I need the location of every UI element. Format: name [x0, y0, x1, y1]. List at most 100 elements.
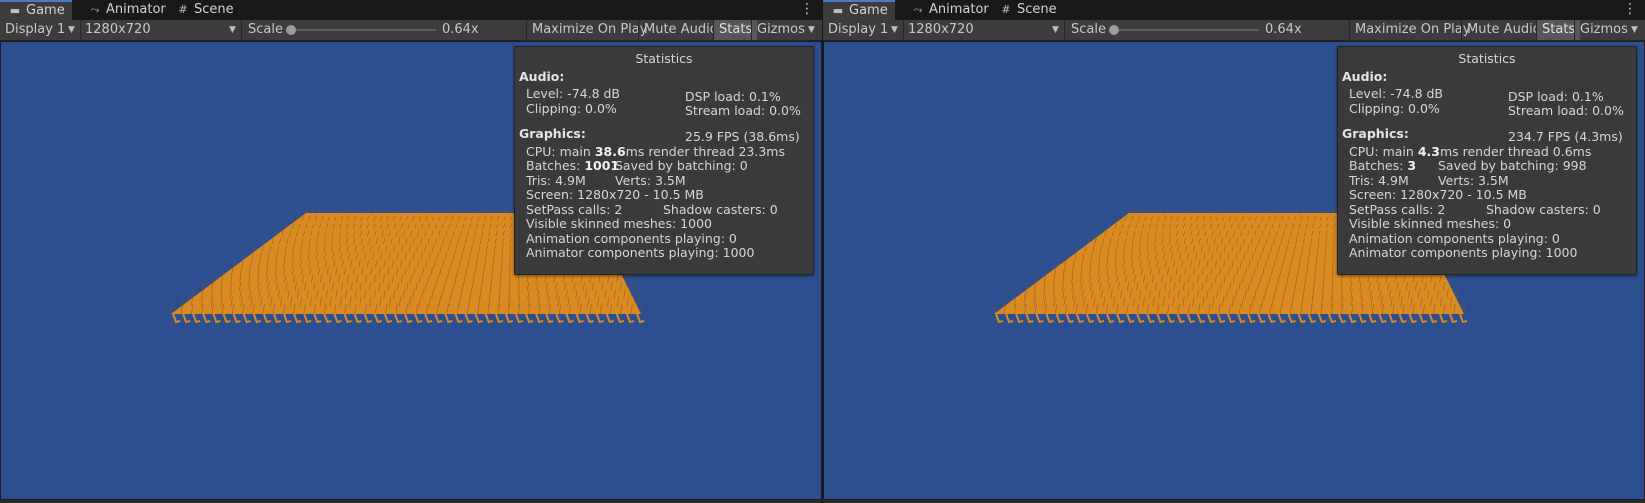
gamepad-icon: ▬ [832, 4, 844, 17]
character-figure [1221, 208, 1224, 214]
animation-components: Animation components playing: 0 [1349, 231, 1560, 246]
character-feet [232, 313, 241, 324]
more-options-icon[interactable]: ⋮ [1623, 0, 1637, 18]
character-figure [330, 208, 333, 214]
tris: Tris: 4.9M [526, 173, 586, 188]
character-feet [242, 313, 251, 324]
mute-audio-button[interactable]: Mute Audio [1462, 20, 1546, 40]
display-dropdown[interactable]: Display 1 [5, 20, 65, 40]
character-figure [398, 208, 401, 214]
character-feet [262, 313, 272, 324]
character-figure [1159, 208, 1162, 214]
character-figure [1246, 208, 1249, 214]
character-figure [233, 260, 236, 268]
character-feet [1126, 313, 1135, 324]
scale-label: Scale [1071, 22, 1106, 37]
character-figure [349, 208, 352, 214]
animator-icon: ⤳ [90, 3, 100, 16]
character-feet [444, 313, 453, 324]
character-figure [485, 208, 488, 214]
character-feet [1216, 313, 1226, 324]
character-figure [1066, 252, 1069, 260]
chevron-down-icon: ▼ [229, 25, 236, 35]
saved-by-batching: Saved by batching: 0 [615, 158, 748, 173]
tab-scene[interactable]: # Scene [168, 0, 233, 20]
fps-readout: 25.9 FPS (38.6ms) [685, 129, 800, 144]
character-feet [202, 313, 211, 324]
maximize-on-play-button[interactable]: Maximize On Play [1350, 20, 1475, 40]
character-feet [636, 313, 645, 324]
cpu-timing: CPU: main 4.3ms render thread 0.6ms [1349, 144, 1592, 159]
game-toolbar: Display 1 ▼ 1280x720 ▼ Scale 0.64x Maxim… [0, 20, 822, 41]
tab-animator[interactable]: ⤳ Animator [903, 0, 989, 20]
character-figure [367, 208, 370, 214]
character-figure [1172, 208, 1175, 214]
character-feet [192, 313, 201, 324]
character-figure [1271, 208, 1274, 214]
chevron-down-icon: ▼ [68, 25, 75, 35]
tab-animator[interactable]: ⤳ Animator [80, 0, 166, 20]
character-feet [995, 313, 1004, 324]
character-figure [1265, 208, 1268, 214]
character-figure [1333, 208, 1336, 214]
character-figure [1203, 208, 1206, 214]
maximize-on-play-button[interactable]: Maximize On Play [527, 20, 652, 40]
scale-slider-handle[interactable] [1109, 25, 1119, 35]
mute-audio-button[interactable]: Mute Audio [639, 20, 723, 40]
character-figure [510, 208, 513, 214]
tab-game[interactable]: ▬ Game [823, 0, 895, 20]
display-dropdown[interactable]: Display 1 [828, 20, 888, 40]
crowd-front-row [995, 313, 1468, 324]
character-feet [1297, 313, 1306, 324]
resolution-dropdown[interactable]: 1280x720 [85, 20, 151, 40]
character-feet [272, 313, 282, 324]
character-figure [1141, 208, 1144, 214]
crowd-front-row [172, 313, 645, 324]
character-figure [324, 208, 327, 214]
character-feet [605, 313, 614, 324]
character-feet [1196, 313, 1205, 324]
character-figure [633, 289, 636, 299]
scale-slider-track[interactable] [1111, 29, 1259, 31]
character-feet [323, 313, 332, 324]
character-feet [1338, 313, 1347, 324]
scale-value: 0.64x [442, 22, 479, 37]
graphics-heading: Graphics: [1342, 126, 1409, 141]
character-figure [311, 208, 314, 214]
character-feet [1267, 313, 1276, 324]
character-figure [222, 267, 225, 276]
character-figure [435, 208, 438, 214]
character-feet [575, 313, 584, 324]
character-feet [404, 313, 413, 324]
scale-slider-handle[interactable] [286, 25, 296, 35]
character-feet [343, 313, 352, 324]
character-figure [1209, 208, 1212, 214]
more-options-icon[interactable]: ⋮ [800, 0, 814, 18]
tab-scene[interactable]: # Scene [991, 0, 1056, 20]
shadow-casters: Shadow casters: 0 [663, 202, 778, 217]
character-figure [625, 274, 628, 283]
audio-level: Level: -74.8 dB [526, 86, 621, 101]
character-feet [494, 313, 504, 324]
character-figure [1227, 208, 1230, 214]
character-figure [1153, 208, 1156, 214]
character-feet [1055, 313, 1064, 324]
character-figure [1456, 289, 1459, 299]
batches: Batches: 3 [1349, 158, 1417, 173]
gizmos-button[interactable]: Gizmos [752, 20, 810, 40]
character-figure [1448, 274, 1451, 283]
scale-label: Scale [248, 22, 283, 37]
character-figure [1234, 208, 1237, 214]
character-feet [1156, 313, 1165, 324]
character-feet [1398, 313, 1407, 324]
character-feet [1327, 313, 1337, 324]
character-figure [1147, 208, 1150, 214]
character-feet [1368, 313, 1377, 324]
gizmos-button[interactable]: Gizmos [1575, 20, 1633, 40]
tab-game[interactable]: ▬ Game [0, 0, 72, 20]
resolution-dropdown[interactable]: 1280x720 [908, 20, 974, 40]
character-feet [1085, 313, 1095, 324]
scale-slider-track[interactable] [288, 29, 436, 31]
character-feet [504, 313, 514, 324]
tris: Tris: 4.9M [1349, 173, 1409, 188]
